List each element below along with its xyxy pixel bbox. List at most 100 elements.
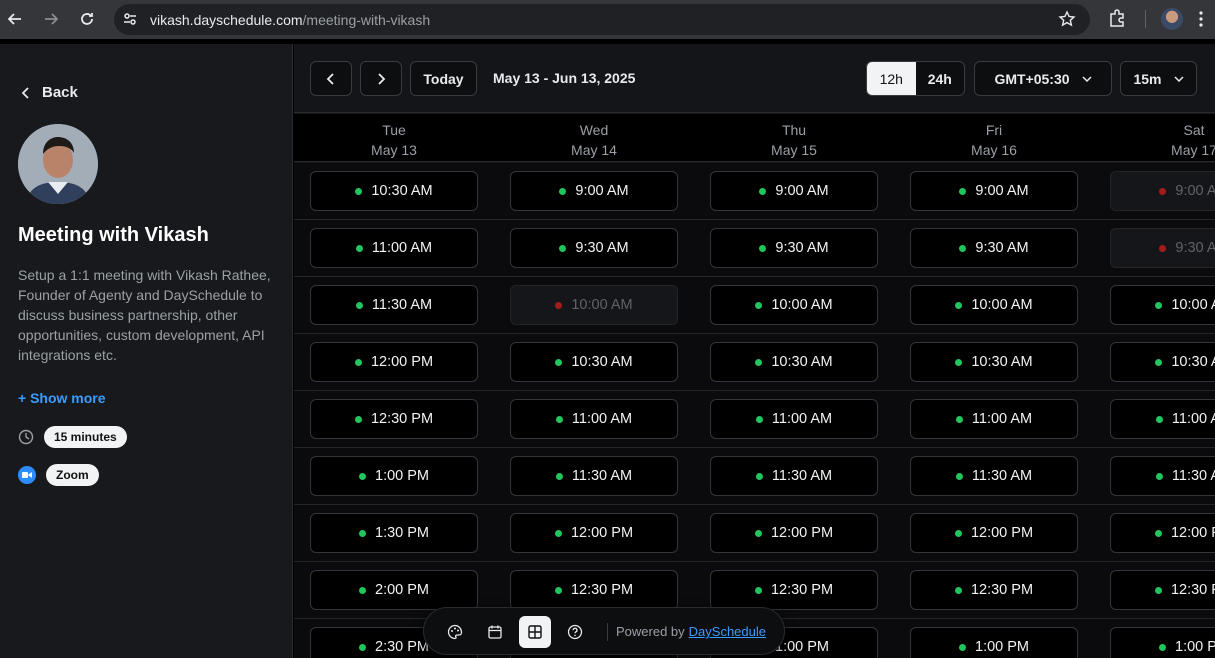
time-slot-button[interactable]: 12:00 PM [1110,513,1215,553]
available-dot-icon [1155,415,1163,423]
available-dot-icon [359,472,366,480]
available-dot-icon [1154,586,1162,594]
time-slot-button[interactable]: 2:00 PM [310,570,478,610]
slot-time: 9:30 AM [775,240,829,256]
time-slot-button[interactable]: 10:30 AM [310,171,478,211]
slot-time: 11:00 AM [771,411,833,427]
available-dot-icon [755,301,763,309]
profile-avatar-icon[interactable] [1161,8,1183,30]
format-12h-button[interactable]: 12h [867,62,916,95]
zoom-icon [18,466,36,484]
available-dot-icon [954,586,962,594]
time-slot-button[interactable]: 12:30 PM [710,570,878,610]
powered-label: Powered by [616,624,685,639]
slot-time: 12:00 PM [770,525,834,541]
time-slot-button[interactable]: 10:30 AM [510,342,678,382]
address-bar[interactable]: vikash.dayschedule.com/meeting-with-vika… [114,4,1090,35]
unavailable-dot-icon [1159,244,1167,252]
event-title: Meeting with Vikash [18,224,209,246]
time-slot-button[interactable]: 12:30 PM [910,570,1078,610]
slot-time: 11:30 AM [571,468,633,484]
time-slot-button[interactable]: 12:00 PM [710,513,878,553]
available-dot-icon [354,358,362,366]
table-row: 11:00 AM 9:30 AM 9:30 AM 9:30 AM 9:30 AM [294,220,1215,277]
available-dot-icon [954,529,962,537]
dayschedule-link[interactable]: DaySchedule [689,624,766,639]
time-slot-button[interactable]: 11:00 AM [1110,399,1215,439]
time-slot-button[interactable]: 1:30 PM [310,513,478,553]
show-more-link[interactable]: + Show more [18,390,106,406]
time-slot-button[interactable]: 1:00 PM [910,627,1078,658]
interval-select[interactable]: 15m [1120,61,1197,96]
chevron-down-icon [1173,75,1184,82]
time-slot-button[interactable]: 9:00 AM [510,171,678,211]
time-slot-button[interactable]: 10:30 AM [1110,342,1215,382]
time-slot-unavailable: 9:30 AM [1110,228,1215,268]
table-row: 11:30 AM 10:00 AM 10:00 AM 10:00 AM 10:00 AM [294,277,1215,334]
available-dot-icon [555,472,563,480]
day-header: Sat May 17 [1094,120,1215,160]
available-dot-icon [1155,301,1163,309]
time-slot-button[interactable]: 1:00 PM [1110,627,1215,658]
time-slot-button[interactable]: 12:00 PM [510,513,678,553]
time-slot-button[interactable]: 11:30 AM [310,285,478,325]
time-slot-button[interactable]: 9:00 AM [910,171,1078,211]
time-slot-button[interactable]: 12:30 PM [310,399,478,439]
available-dot-icon [355,244,363,252]
time-slot-button[interactable]: 9:00 AM [710,171,878,211]
time-slot-button[interactable]: 10:00 AM [710,285,878,325]
time-slot-button[interactable]: 10:00 AM [1110,285,1215,325]
time-slot-button[interactable]: 11:00 AM [710,399,878,439]
slot-time: 9:30 AM [575,240,629,256]
time-slot-button[interactable]: 10:30 AM [910,342,1078,382]
time-slot-button[interactable]: 11:00 AM [910,399,1078,439]
slot-time: 11:00 AM [971,411,1033,427]
time-slot-button[interactable]: 12:30 PM [1110,570,1215,610]
available-dot-icon [1154,529,1162,537]
bookmark-star-icon[interactable] [1058,10,1076,28]
day-date: May 15 [771,142,817,158]
time-slot-button[interactable]: 9:30 AM [710,228,878,268]
day-header: Wed May 14 [494,120,694,160]
time-slot-button[interactable]: 10:00 AM [910,285,1078,325]
time-slot-button[interactable]: 11:30 AM [910,456,1078,496]
timezone-select[interactable]: GMT+05:30 [974,61,1112,96]
available-dot-icon [755,472,763,480]
available-dot-icon [555,415,563,423]
time-slot-button[interactable]: 10:30 AM [710,342,878,382]
help-icon[interactable] [559,616,591,648]
extensions-icon[interactable] [1107,8,1129,30]
more-menu-icon[interactable] [1199,9,1203,29]
back-link[interactable]: Back [20,84,78,101]
time-slot-button[interactable]: 11:30 AM [710,456,878,496]
site-info-icon[interactable] [121,10,139,28]
time-slot-button[interactable]: 12:00 PM [310,342,478,382]
time-slot-button[interactable]: 9:30 AM [910,228,1078,268]
next-button[interactable] [360,61,402,96]
grid-view-icon[interactable] [519,616,551,648]
time-slot-button[interactable]: 12:30 PM [510,570,678,610]
slot-time: 10:30 AM [571,354,633,370]
palette-icon[interactable] [439,616,471,648]
today-button[interactable]: Today [410,61,477,96]
format-24h-button[interactable]: 24h [916,62,965,95]
reload-icon[interactable] [75,7,99,31]
back-arrow-icon[interactable] [3,7,27,31]
chevron-left-icon [326,72,334,85]
time-slot-button[interactable]: 11:30 AM [1110,456,1215,496]
slot-time: 10:30 AM [971,354,1033,370]
slot-time: 11:00 AM [571,411,633,427]
time-slot-button[interactable]: 9:30 AM [510,228,678,268]
slot-time: 12:30 PM [570,582,634,598]
time-slot-button[interactable]: 12:00 PM [910,513,1078,553]
time-slot-button[interactable]: 11:30 AM [510,456,678,496]
available-dot-icon [754,529,762,537]
prev-button[interactable] [310,61,352,96]
time-slot-button[interactable]: 11:00 AM [310,228,478,268]
time-slot-button[interactable]: 1:00 PM [310,456,478,496]
time-slot-button[interactable]: 11:00 AM [510,399,678,439]
available-dot-icon [555,358,563,366]
calendar-icon[interactable] [479,616,511,648]
available-dot-icon [759,187,767,195]
forward-arrow-icon[interactable] [39,7,63,31]
